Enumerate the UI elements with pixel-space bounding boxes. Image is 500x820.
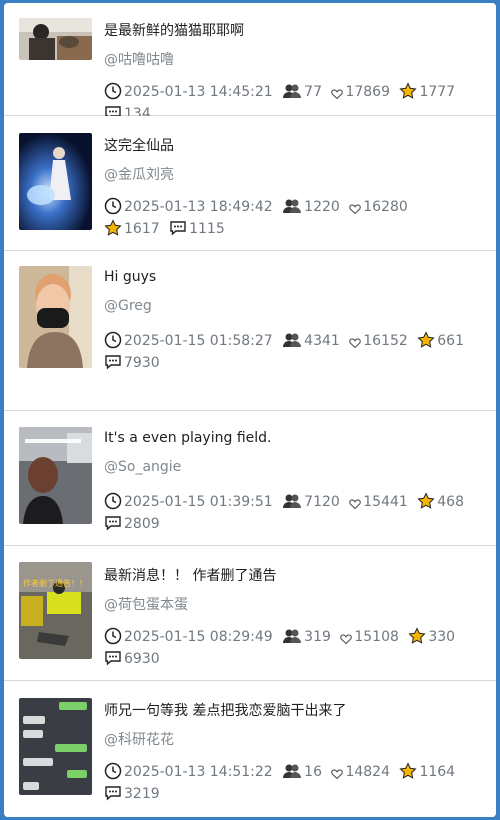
clock-icon [104, 82, 122, 100]
star-icon [417, 492, 435, 509]
post-card[interactable]: Hi guys @Greg 2025-01-15 01:58:27 4341 1… [4, 251, 496, 411]
post-title[interactable]: It's a even playing field. [104, 430, 271, 446]
post-time: 2025-01-15 01:39:51 [104, 492, 273, 510]
post-favorites[interactable]: 1164 [399, 762, 455, 780]
svg-text:作者删了通告！！: 作者删了通告！！ [23, 578, 87, 588]
post-likes[interactable]: 16280 [349, 199, 408, 215]
post-card[interactable]: 作者删了通告！！ 最新消息！！ 作者删了通告 @荷包蛋本蛋 2025-01-15… [4, 546, 496, 681]
heart-icon [349, 499, 362, 510]
users-icon [283, 494, 302, 508]
post-favorites[interactable]: 330 [408, 627, 455, 645]
post-thumbnail[interactable] [19, 266, 92, 368]
heart-icon [349, 204, 362, 215]
post-shares[interactable]: 7120 [282, 494, 340, 510]
comment-icon [105, 355, 121, 370]
clock-icon [104, 762, 122, 780]
comment-icon [105, 516, 121, 531]
heart-icon [331, 89, 344, 100]
clock-icon [104, 331, 122, 349]
post-time: 2025-01-13 18:49:42 [104, 197, 273, 215]
post-time: 2025-01-13 14:45:21 [104, 82, 273, 100]
post-shares[interactable]: 77 [282, 84, 322, 100]
post-meta: 2025-01-15 01:58:27 4341 16152 661 7930 [104, 330, 476, 374]
post-author[interactable]: @荷包蛋本蛋 [104, 594, 188, 614]
post-author[interactable]: @咕噜咕噜 [104, 49, 174, 69]
post-meta: 2025-01-13 14:51:22 16 14824 1164 3219 [104, 761, 476, 805]
star-icon [104, 219, 122, 236]
star-icon [408, 627, 426, 644]
heart-icon [340, 634, 353, 645]
users-icon [283, 199, 302, 213]
post-comments[interactable]: 6930 [104, 651, 160, 667]
clock-icon [104, 197, 122, 215]
post-time: 2025-01-15 08:29:49 [104, 627, 273, 645]
clock-icon [104, 492, 122, 510]
post-title[interactable]: Hi guys [104, 269, 156, 285]
post-author[interactable]: @Greg [104, 298, 152, 314]
post-shares[interactable]: 4341 [282, 333, 340, 349]
post-likes[interactable]: 15108 [340, 629, 399, 645]
post-time: 2025-01-13 14:51:22 [104, 762, 273, 780]
post-card[interactable]: It's a even playing field. @So_angie 202… [4, 411, 496, 546]
star-icon [417, 331, 435, 348]
heart-icon [349, 338, 362, 349]
post-thumbnail[interactable] [19, 133, 92, 230]
post-title[interactable]: 这完全仙品 [104, 135, 174, 155]
post-shares[interactable]: 319 [282, 629, 331, 645]
post-meta: 2025-01-13 18:49:42 1220 16280 1617 1115 [104, 196, 476, 240]
post-thumbnail[interactable] [19, 427, 92, 524]
star-icon [399, 82, 418, 99]
comment-icon [105, 786, 121, 801]
comment-icon [170, 221, 186, 236]
post-comments[interactable]: 2809 [104, 516, 160, 532]
post-author[interactable]: @科研花花 [104, 729, 174, 749]
post-likes[interactable]: 14824 [331, 764, 390, 780]
post-thumbnail[interactable]: 作者删了通告！！ [19, 562, 92, 659]
post-list: 是最新鲜的猫猫耶耶啊 @咕噜咕噜 2025-01-13 14:45:21 77 … [4, 3, 496, 817]
post-favorites[interactable]: 661 [417, 331, 464, 349]
clock-icon [104, 627, 122, 645]
users-icon [283, 629, 302, 643]
post-comments[interactable]: 7930 [104, 355, 160, 371]
post-card[interactable]: 这完全仙品 @金瓜刘亮 2025-01-13 18:49:42 1220 162… [4, 116, 496, 251]
heart-icon [331, 769, 344, 780]
post-thumbnail[interactable] [19, 698, 92, 795]
post-favorites[interactable]: 1617 [104, 219, 160, 237]
users-icon [283, 333, 302, 347]
post-likes[interactable]: 16152 [349, 333, 408, 349]
post-title[interactable]: 师兄一句等我 差点把我恋爱脑干出来了 [104, 700, 346, 720]
post-shares[interactable]: 1220 [282, 199, 340, 215]
comment-icon [105, 651, 121, 666]
post-likes[interactable]: 15441 [349, 494, 408, 510]
users-icon [283, 764, 302, 778]
star-icon [399, 762, 418, 779]
post-author[interactable]: @金瓜刘亮 [104, 164, 174, 184]
post-card[interactable]: 是最新鲜的猫猫耶耶啊 @咕噜咕噜 2025-01-13 14:45:21 77 … [4, 3, 496, 122]
post-comments[interactable]: 3219 [104, 786, 160, 802]
post-title[interactable]: 是最新鲜的猫猫耶耶啊 [104, 20, 244, 40]
post-author[interactable]: @So_angie [104, 459, 181, 475]
post-meta: 2025-01-15 08:29:49 319 15108 330 6930 [104, 626, 476, 670]
post-meta: 2025-01-15 01:39:51 7120 15441 468 2809 [104, 491, 476, 535]
post-likes[interactable]: 17869 [331, 84, 390, 100]
post-favorites[interactable]: 1777 [399, 82, 455, 100]
post-thumbnail[interactable] [19, 18, 92, 60]
users-icon [283, 84, 302, 98]
post-title[interactable]: 最新消息！！ 作者删了通告 [104, 565, 276, 585]
post-comments[interactable]: 1115 [169, 221, 225, 237]
post-shares[interactable]: 16 [282, 764, 322, 780]
post-card[interactable]: 师兄一句等我 差点把我恋爱脑干出来了 @科研花花 2025-01-13 14:5… [4, 681, 496, 817]
post-favorites[interactable]: 468 [417, 492, 464, 510]
post-time: 2025-01-15 01:58:27 [104, 331, 273, 349]
